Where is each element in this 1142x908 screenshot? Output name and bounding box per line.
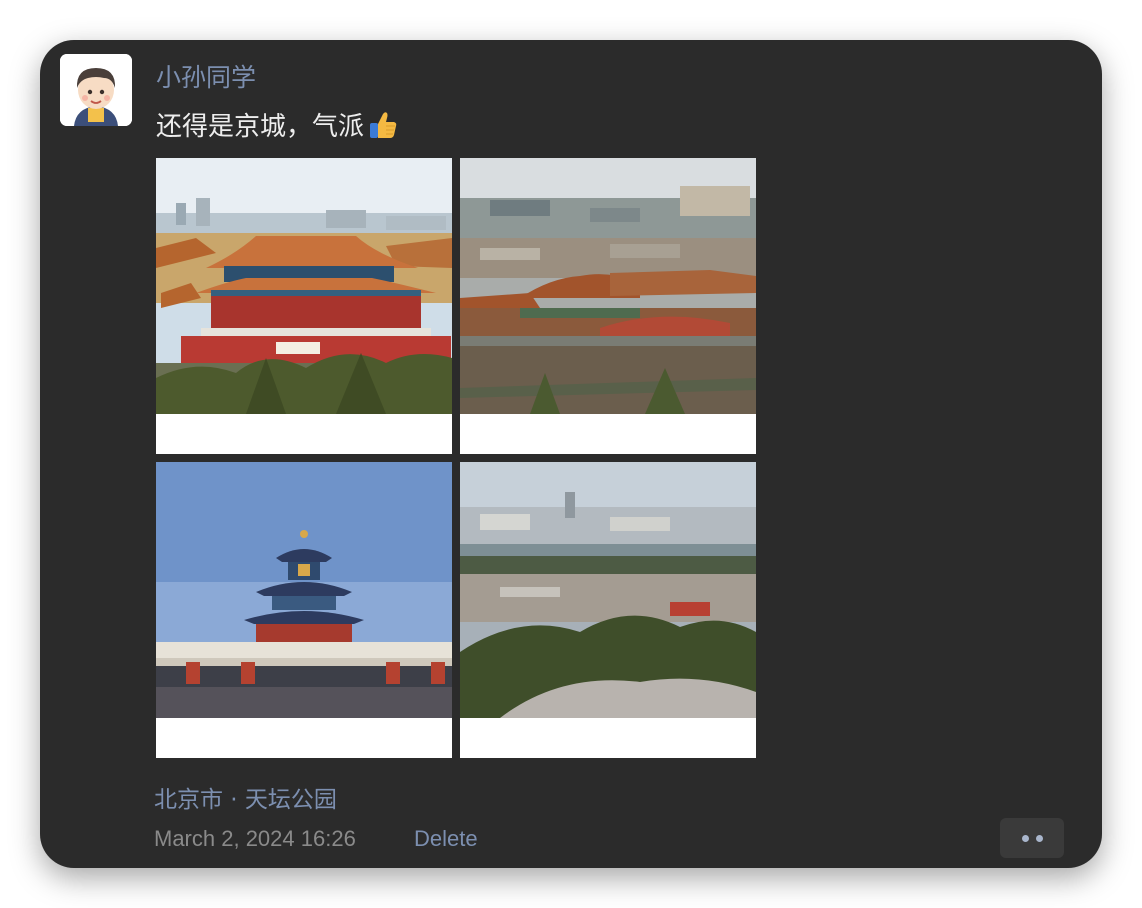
- thumbs-up-emoji-icon: [366, 108, 400, 142]
- cartoon-boy-avatar-icon: [60, 54, 132, 126]
- dot: [1021, 834, 1029, 842]
- photo-forbidden-city-rooftops[interactable]: [460, 158, 756, 454]
- post-text: 还得是京城，气派: [156, 106, 400, 143]
- dot: [1035, 834, 1043, 842]
- moment-card: 小孙同学 还得是京城，气派 北京市 · 天坛公园 March 2, 2024 1…: [40, 40, 1102, 868]
- location-link[interactable]: 北京市 · 天坛公园: [154, 780, 337, 814]
- username[interactable]: 小孙同学: [156, 58, 256, 94]
- post-text-content: 还得是京城，气派: [156, 112, 365, 142]
- avatar[interactable]: [60, 54, 132, 126]
- post-timestamp: March 2, 2024 16:26: [154, 826, 356, 851]
- more-dots-icon[interactable]: [1000, 818, 1064, 858]
- photo-jingshan-view[interactable]: [460, 462, 756, 758]
- photo-forbidden-city-hall[interactable]: [156, 158, 452, 454]
- photo-temple-of-heaven[interactable]: [156, 462, 452, 758]
- delete-button[interactable]: Delete: [414, 826, 478, 852]
